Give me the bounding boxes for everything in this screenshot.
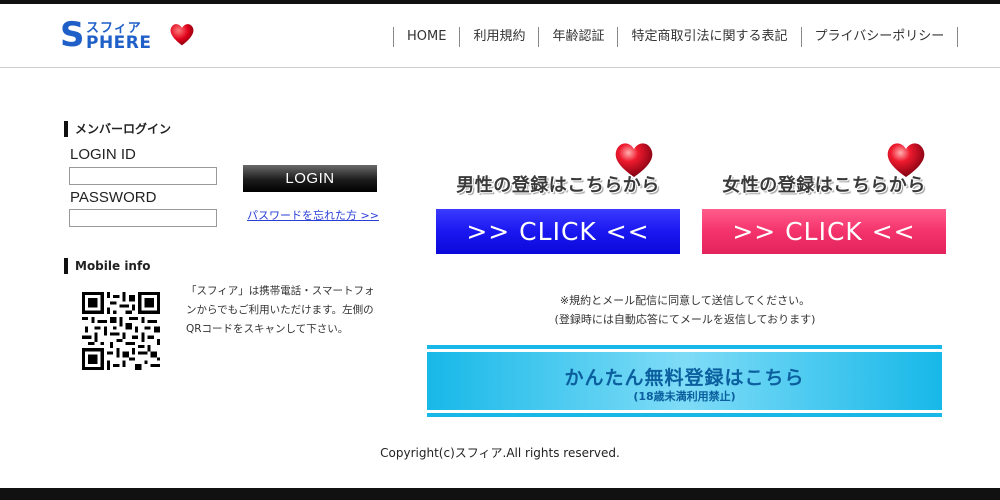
mobile-info-text: 「スフィア」は携帯電話・スマートフォンからでもご利用いただけます。左側のQRコー…	[186, 285, 375, 335]
registration-notice: ※規約とメール配信に同意して送信してください。 (登録時には自動応答にてメールを…	[430, 291, 940, 329]
login-id-input[interactable]	[69, 167, 217, 185]
main-nav: HOME 利用規約 年齢認証 特定商取引法に関する表記 プライバシーポリシー	[393, 26, 959, 48]
forgot-password-link[interactable]: パスワードを忘れた方 >>	[247, 207, 379, 223]
qr-code	[82, 292, 160, 370]
nav-divider	[957, 27, 959, 47]
heart-icon	[170, 24, 194, 46]
login-id-label: LOGIN ID	[70, 146, 136, 163]
copyright: Copyright(c)スフィア.All rights reserved.	[380, 446, 620, 460]
male-register-block[interactable]: 男性の登録はこちらから >> CLICK <<	[436, 139, 680, 257]
logo-text: PHERE	[86, 33, 152, 53]
password-label: PASSWORD	[70, 189, 157, 206]
bottom-border	[0, 488, 1000, 500]
sphere-logo[interactable]: S スフィア PHERE	[60, 16, 200, 56]
logo-letter: S	[60, 15, 85, 55]
nav-terms[interactable]: 利用規約	[459, 27, 538, 47]
member-login-heading: メンバーログイン	[64, 121, 171, 137]
notice-line-2: (登録時には自動応答にてメールを返信しております)	[554, 313, 816, 326]
notice-line-1: ※規約とメール配信に同意して送信してください。	[559, 294, 811, 307]
free-register-label: かんたん無料登録はこちら	[564, 367, 805, 389]
male-click-button[interactable]: >> CLICK <<	[436, 209, 680, 254]
nav-privacy-policy[interactable]: プライバシーポリシー	[800, 27, 958, 47]
site-header: S スフィア PHERE HOME 利用規約 年齢認証 特定商取引法に関する表記…	[0, 4, 1000, 68]
password-input[interactable]	[69, 209, 217, 227]
nav-age-verification[interactable]: 年齢認証	[538, 27, 617, 47]
female-register-title: 女性の登録はこちらから	[722, 175, 926, 196]
login-button[interactable]: LOGIN	[243, 165, 377, 192]
female-click-button[interactable]: >> CLICK <<	[702, 209, 946, 254]
free-register-banner[interactable]: かんたん無料登録はこちら (18歳未満利用禁止)	[427, 345, 942, 417]
nav-commercial-law[interactable]: 特定商取引法に関する表記	[617, 27, 800, 47]
nav-home[interactable]: HOME	[393, 27, 459, 47]
mobile-info-heading: Mobile info	[64, 258, 150, 274]
male-register-title: 男性の登録はこちらから	[456, 175, 660, 196]
age-restriction-label: (18歳未満利用禁止)	[633, 390, 736, 403]
female-register-block[interactable]: 女性の登録はこちらから >> CLICK <<	[702, 139, 946, 257]
